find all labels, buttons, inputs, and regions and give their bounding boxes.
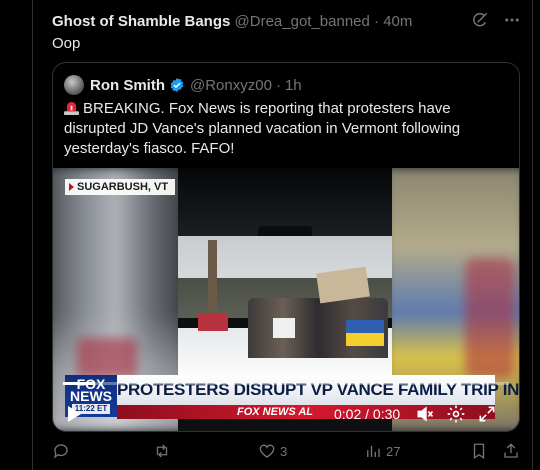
bookmark-icon xyxy=(473,443,485,460)
fullscreen-icon[interactable] xyxy=(477,404,497,424)
protest-sign xyxy=(273,318,295,338)
video-scrubber[interactable] xyxy=(63,382,509,385)
play-icon[interactable] xyxy=(65,404,83,424)
mute-icon[interactable] xyxy=(415,404,435,424)
share-icon xyxy=(504,443,518,458)
quote-text: BREAKING. Fox News is reporting that pro… xyxy=(64,100,461,157)
tweet-text: Oop xyxy=(52,35,81,52)
ukraine-flag xyxy=(346,320,384,346)
like-count: 3 xyxy=(280,443,288,459)
siren-icon xyxy=(64,101,79,115)
share-button[interactable] xyxy=(502,442,520,460)
location-marker-icon xyxy=(69,183,74,191)
like-icon xyxy=(259,444,275,458)
bookmark-button[interactable] xyxy=(470,442,488,460)
settings-icon[interactable] xyxy=(446,404,466,424)
video-player[interactable]: SUGARBUSH, VT PROTESTERS DISRUPT VP VANC… xyxy=(53,168,519,431)
avatar[interactable] xyxy=(64,75,84,95)
location-tag: SUGARBUSH, VT xyxy=(65,179,176,195)
quote-separator: · xyxy=(275,76,281,94)
tweet-action-bar: 3 27 xyxy=(52,442,520,466)
tweet-header: Ghost of Shamble Bangs @Drea_got_banned … xyxy=(52,13,412,30)
quote-author-handle[interactable]: @Ronxyz00 xyxy=(190,77,272,94)
more-icon[interactable] xyxy=(503,11,521,29)
repost-button[interactable] xyxy=(153,442,175,460)
quote-header: Ron Smith @Ronxyz00 · 1h xyxy=(64,74,302,96)
video-timecode: 0:02 / 0:30 xyxy=(334,406,401,422)
right-pane-divider xyxy=(532,0,533,470)
author-name[interactable]: Ghost of Shamble Bangs xyxy=(52,13,230,30)
tweet[interactable]: Ghost of Shamble Bangs @Drea_got_banned … xyxy=(33,0,532,470)
quote-text-block: BREAKING. Fox News is reporting that pro… xyxy=(64,99,512,159)
quote-time[interactable]: 1h xyxy=(285,77,302,94)
views-button[interactable]: 27 xyxy=(364,442,400,460)
view-count: 27 xyxy=(386,443,401,459)
protest-sign xyxy=(198,313,228,331)
reply-icon xyxy=(53,444,68,459)
tweet-time[interactable]: 40m xyxy=(383,13,412,30)
quote-author-name[interactable]: Ron Smith xyxy=(90,77,165,94)
like-button[interactable]: 3 xyxy=(258,442,287,460)
author-handle[interactable]: @Drea_got_banned xyxy=(235,13,370,30)
video-controls: 0:02 / 0:30 xyxy=(53,400,519,428)
tweet-top-actions xyxy=(471,11,521,29)
grok-icon[interactable] xyxy=(471,11,489,29)
location-tag-text: SUGARBUSH, VT xyxy=(77,181,169,193)
repost-icon xyxy=(156,444,168,458)
video-progress xyxy=(63,382,95,385)
views-icon xyxy=(367,445,380,457)
header-separator: · xyxy=(374,13,380,30)
quote-tweet[interactable]: Ron Smith @Ronxyz00 · 1h BREAKING. Fox N… xyxy=(52,62,520,432)
reply-button[interactable] xyxy=(52,442,74,460)
verified-icon xyxy=(170,78,184,92)
